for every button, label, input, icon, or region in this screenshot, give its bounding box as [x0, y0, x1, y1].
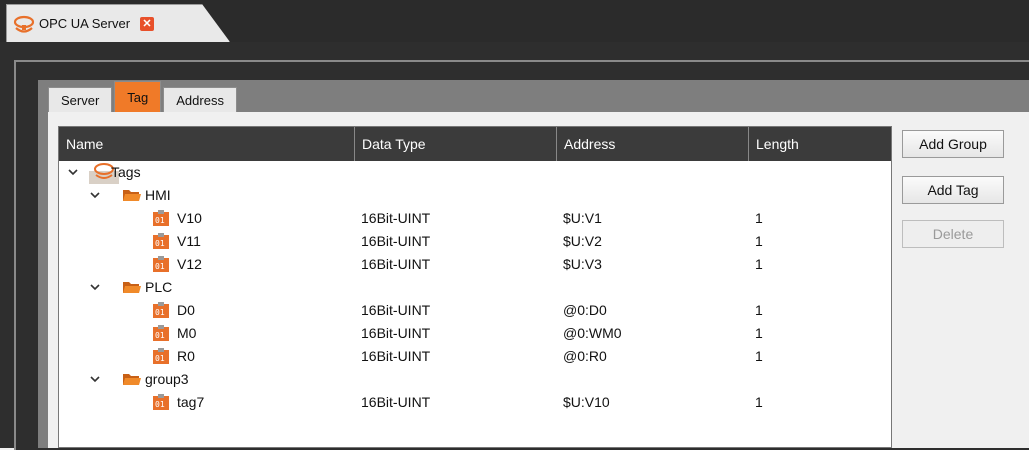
tab-server-label: Server [61, 92, 100, 108]
chevron-down-icon[interactable] [89, 281, 101, 293]
table-row[interactable]: 01 D0 16Bit-UINT @0:D0 1 [59, 299, 891, 322]
tag-length: 1 [755, 325, 763, 341]
tab-address[interactable]: Address [163, 87, 237, 112]
tag-length: 1 [755, 210, 763, 226]
table-row[interactable]: 01 V11 16Bit-UINT $U:V2 1 [59, 230, 891, 253]
group-name: group3 [145, 371, 189, 387]
add-group-button[interactable]: Add Group [902, 130, 1004, 158]
column-header-name[interactable]: Name [59, 127, 355, 161]
document-tab-title: OPC UA Server [39, 16, 131, 31]
tag-name: V12 [177, 256, 202, 272]
svg-text:01: 01 [155, 216, 165, 225]
tag-name: R0 [177, 348, 195, 364]
tag-data-type: 16Bit-UINT [361, 233, 431, 249]
tag-address: $U:V3 [563, 256, 602, 272]
group-name: PLC [145, 279, 173, 295]
folder-open-icon [123, 282, 141, 293]
tab-tag-label: Tag [127, 89, 149, 105]
tag-length: 1 [755, 256, 763, 272]
tag-icon: 01 [153, 394, 169, 410]
column-header-length[interactable]: Length [749, 127, 893, 161]
chevron-down-icon[interactable] [89, 373, 101, 385]
chevron-down-icon[interactable] [89, 189, 101, 201]
document-tab-opc-ua-server[interactable]: OPC UA Server ✕ [6, 4, 230, 42]
tag-data-type: 16Bit-UINT [361, 302, 431, 318]
tag-length: 1 [755, 348, 763, 364]
tag-icon: 01 [153, 233, 169, 249]
tree-root-label: Tags [111, 164, 141, 180]
tag-length: 1 [755, 394, 763, 410]
tag-name: D0 [177, 302, 195, 318]
tag-address: $U:V1 [563, 210, 602, 226]
grid-rows: Tags HMI 01 V10 16Bit-UINT $U:V1 1 01 V1… [59, 161, 891, 414]
table-row[interactable]: 01 tag7 16Bit-UINT $U:V10 1 [59, 391, 891, 414]
column-header-data-type[interactable]: Data Type [355, 127, 557, 161]
svg-text:01: 01 [155, 400, 165, 409]
group-name: HMI [145, 187, 171, 203]
table-row[interactable]: 01 V12 16Bit-UINT $U:V3 1 [59, 253, 891, 276]
svg-text:01: 01 [155, 331, 165, 340]
tree-row-root[interactable]: Tags [59, 161, 891, 184]
tag-address: @0:R0 [563, 348, 607, 364]
grid-header: Name Data Type Address Length [59, 127, 891, 161]
tag-name: V11 [177, 233, 201, 249]
tag-address: @0:WM0 [563, 325, 622, 341]
tag-icon: 01 [153, 325, 169, 341]
chevron-down-icon[interactable] [67, 166, 79, 178]
tag-name: V10 [177, 210, 202, 226]
svg-text:01: 01 [155, 354, 165, 363]
svg-text:01: 01 [155, 239, 165, 248]
tab-bar: Server Tag Address [48, 80, 239, 112]
tag-name: M0 [177, 325, 197, 341]
add-tag-button[interactable]: Add Tag [902, 176, 1004, 204]
svg-text:01: 01 [155, 262, 165, 271]
folder-open-icon [123, 190, 141, 201]
opc-server-icon [13, 15, 35, 33]
tag-data-type: 16Bit-UINT [361, 210, 431, 226]
column-header-address[interactable]: Address [557, 127, 749, 161]
tag-data-type: 16Bit-UINT [361, 325, 431, 341]
tag-address: $U:V10 [563, 394, 610, 410]
tag-icon: 01 [153, 302, 169, 318]
tag-data-type: 16Bit-UINT [361, 348, 431, 364]
tag-name: tag7 [177, 394, 205, 410]
tag-data-type: 16Bit-UINT [361, 394, 431, 410]
table-row[interactable]: 01 V10 16Bit-UINT $U:V1 1 [59, 207, 891, 230]
tab-tag[interactable]: Tag [114, 81, 162, 112]
tag-icon: 01 [153, 256, 169, 272]
tag-length: 1 [755, 233, 763, 249]
tab-server[interactable]: Server [48, 87, 113, 112]
tree-row-group[interactable]: HMI [59, 184, 891, 207]
svg-text:01: 01 [155, 308, 165, 317]
delete-button[interactable]: Delete [902, 220, 1004, 248]
tag-tree-grid[interactable]: Name Data Type Address Length Tags HMI 0… [58, 126, 892, 448]
tree-row-group[interactable]: PLC [59, 276, 891, 299]
table-row[interactable]: 01 M0 16Bit-UINT @0:WM0 1 [59, 322, 891, 345]
tag-address: $U:V2 [563, 233, 602, 249]
tag-address: @0:D0 [563, 302, 607, 318]
tag-data-type: 16Bit-UINT [361, 256, 431, 272]
tree-row-group[interactable]: group3 [59, 368, 891, 391]
close-icon[interactable]: ✕ [140, 16, 155, 31]
tab-address-label: Address [176, 92, 224, 108]
tag-length: 1 [755, 302, 763, 318]
tag-icon: 01 [153, 210, 169, 226]
folder-open-icon [123, 374, 141, 385]
table-row[interactable]: 01 R0 16Bit-UINT @0:R0 1 [59, 345, 891, 368]
tag-icon: 01 [153, 348, 169, 364]
